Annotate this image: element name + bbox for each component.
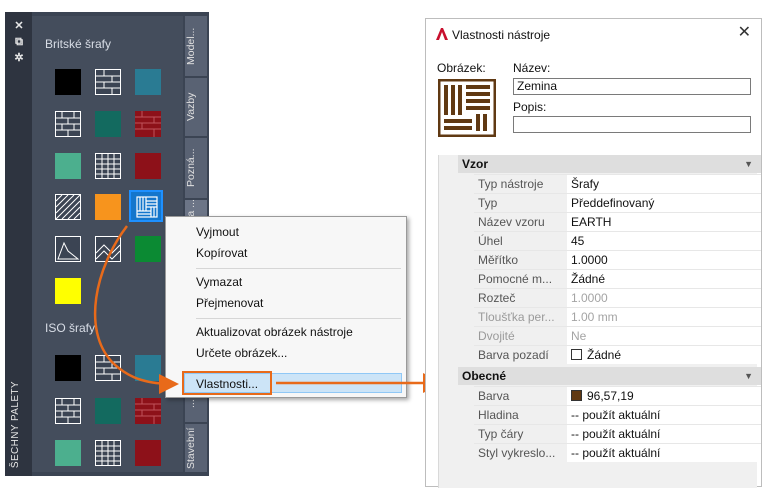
name-label: Název: (513, 61, 551, 75)
autocad-logo-icon (436, 28, 448, 40)
description-label: Popis: (513, 100, 547, 114)
property-row[interactable]: Hladina -- použít aktuální (474, 405, 761, 424)
property-row[interactable]: Typ Předdefinovaný (474, 193, 761, 212)
property-row[interactable]: Pomocné m... Žádné (474, 269, 761, 288)
property-row: Tloušťka per... 1.00 mm (474, 307, 761, 326)
property-row[interactable]: Měřítko 1.0000 (474, 250, 761, 269)
description-input[interactable] (513, 116, 751, 133)
property-row[interactable]: Typ čáry -- použít aktuální (474, 424, 761, 443)
section-header-obecne[interactable]: Obecné ▼ (458, 367, 761, 385)
close-icon[interactable]: ✕ (738, 24, 751, 42)
section-header-vzor[interactable]: Vzor ▼ (458, 155, 761, 173)
property-row[interactable]: Typ nástroje Šrafy (474, 174, 761, 193)
property-row[interactable]: Barva 96,57,19 (474, 386, 761, 405)
no-color-swatch-icon (571, 349, 582, 360)
property-row[interactable]: Úhel 45 (474, 231, 761, 250)
property-grid: Vzor ▼ Typ nástroje Šrafy Typ Předdefinovan… (438, 155, 761, 488)
color-swatch-icon (571, 390, 582, 401)
property-row: Dvojité Ne (474, 326, 761, 345)
property-row[interactable]: Název vzoru EARTH (474, 212, 761, 231)
arrow-to-menu (93, 225, 179, 394)
dialog-title: Vlastnosti nástroje (452, 28, 551, 42)
property-row[interactable]: Styl vykreslo... -- použít aktuální (474, 443, 761, 462)
property-row[interactable]: Barva pozadí Žádné (474, 345, 761, 364)
tool-properties-dialog: Vlastnosti nástroje ✕ Obrázek: Název: Ze… (425, 18, 762, 488)
tool-image-preview[interactable] (438, 79, 496, 137)
image-label: Obrázek: (437, 61, 486, 75)
name-input[interactable]: Zemina (513, 78, 751, 95)
property-row: Rozteč 1.0000 (474, 288, 761, 307)
